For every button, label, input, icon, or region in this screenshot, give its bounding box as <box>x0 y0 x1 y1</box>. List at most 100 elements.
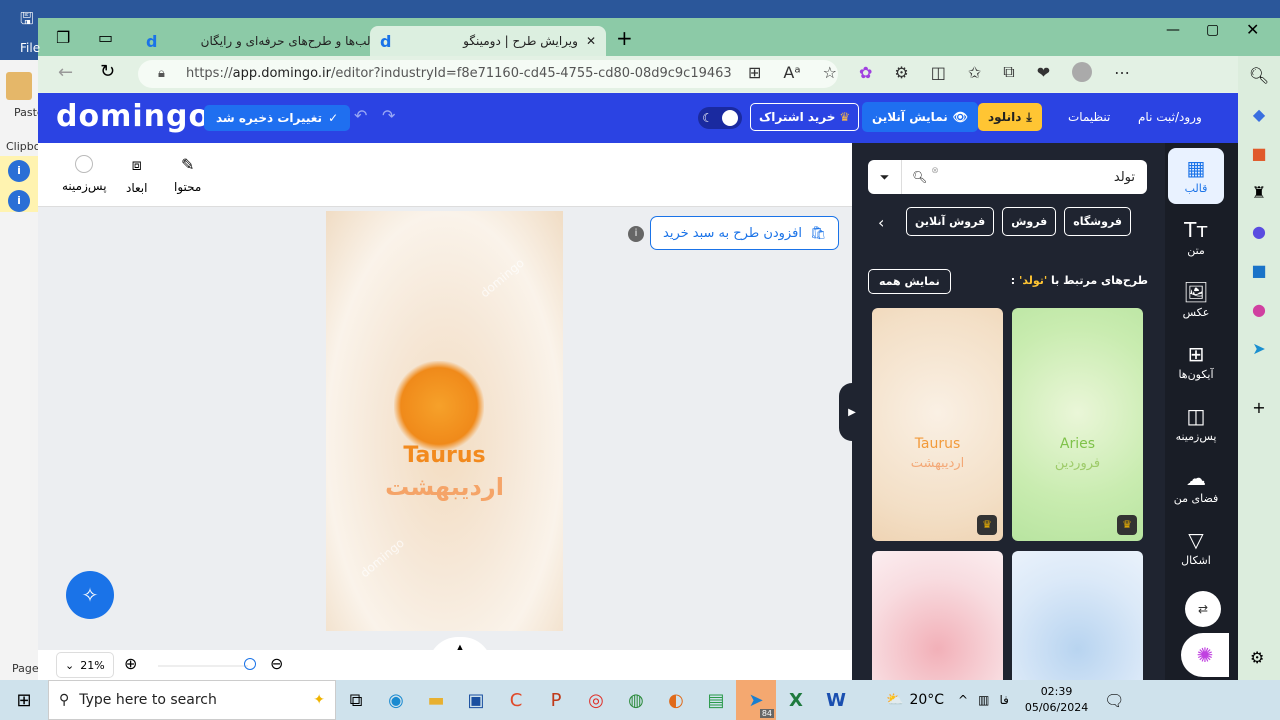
template-card[interactable] <box>1012 551 1143 691</box>
search-input[interactable]: تولد <box>939 170 1147 185</box>
collapse-panel-button[interactable]: ▶ <box>839 383 865 441</box>
download-button[interactable]: دانلود ⤓ <box>978 103 1042 131</box>
template-card[interactable]: Aries فروردین ♛ <box>1012 308 1143 541</box>
save-icon[interactable]: 🖫 <box>20 8 34 35</box>
saved-status-button[interactable]: تغییرات ذخیره شد ✓ <box>204 105 351 131</box>
magic-wand-button[interactable]: ✧ <box>66 571 114 619</box>
tool-shapes[interactable]: ▽ اشکال <box>1168 520 1224 576</box>
add-icon[interactable]: + <box>1252 398 1265 417</box>
games-icon[interactable]: ♜ <box>1252 183 1266 202</box>
chrome-icon[interactable]: ◎ <box>576 680 616 720</box>
search-icon[interactable]: 🔍︎ <box>1249 66 1269 85</box>
language-indicator[interactable]: فا <box>999 693 1008 707</box>
tool-templates[interactable]: ▦ قالب <box>1168 148 1224 204</box>
online-preview-button[interactable]: نمایش آنلاین 👁︎ <box>862 102 978 132</box>
chip[interactable]: فروش <box>1002 207 1057 236</box>
more-icon[interactable]: ⋯ <box>1114 63 1130 82</box>
favorites-icon[interactable]: ✩ <box>968 63 981 82</box>
show-all-button[interactable]: نمایش همه <box>868 269 951 294</box>
back-icon[interactable]: ← <box>58 62 73 83</box>
chip[interactable]: فروش آنلاین <box>906 207 995 236</box>
excel-icon[interactable]: X <box>776 680 816 720</box>
download-manager-icon[interactable]: ◍ <box>616 680 656 720</box>
content-button[interactable]: ✎ محتوا <box>174 155 201 194</box>
background-button[interactable]: پس‌زمینه <box>62 155 107 193</box>
zoom-select[interactable]: ⌄ 21% <box>56 652 114 678</box>
paste-icon[interactable] <box>6 72 32 100</box>
tool-photo[interactable]: 🖼︎ عکس <box>1168 272 1224 328</box>
domingo-logo[interactable]: domingo <box>56 99 210 134</box>
tool-uploads[interactable]: ☁ فضای من <box>1168 458 1224 514</box>
read-aloud-icon[interactable]: Aᵃ <box>783 63 800 82</box>
profile-avatar[interactable] <box>1072 62 1093 82</box>
design-title[interactable]: Taurus <box>326 443 563 468</box>
url-field[interactable]: 🔒︎ https://app.domingo.ir/editor?industr… <box>138 60 838 88</box>
zoom-out-icon[interactable]: ⊖ <box>270 654 283 673</box>
word-icon[interactable]: W <box>816 680 856 720</box>
telegram-icon[interactable]: ➤ <box>1252 339 1265 358</box>
firefox-icon[interactable]: ◐ <box>656 680 696 720</box>
clock[interactable]: 02:39 05/06/2024 <box>1025 684 1088 716</box>
extensions-icon[interactable]: ⚙ <box>894 63 908 82</box>
outlook-icon[interactable]: ■ <box>1251 261 1266 280</box>
login-link[interactable]: ورود/ثبت نام <box>1138 110 1202 124</box>
shopping-icon[interactable]: ◆ <box>1253 105 1265 124</box>
taskbar-search[interactable]: ⚲ Type here to search ✦ <box>48 680 336 720</box>
subscribe-button[interactable]: خرید اشتراک ♛ <box>750 103 860 131</box>
settings-link[interactable]: تنظیمات <box>1068 110 1110 124</box>
zoom-slider[interactable] <box>158 665 248 667</box>
chevron-up-icon[interactable]: ^ <box>958 693 968 707</box>
app-p-icon[interactable]: P <box>536 680 576 720</box>
ai-brain-button[interactable]: ✺ <box>1181 633 1229 677</box>
chevron-left-icon[interactable]: ‹ <box>878 213 884 232</box>
chip[interactable]: فروشگاه <box>1064 207 1131 236</box>
design-subtitle[interactable]: اردیبهشت <box>326 473 563 501</box>
template-card[interactable] <box>872 551 1003 691</box>
dimensions-button[interactable]: ⧈ ابعاد <box>126 155 147 195</box>
tab-editor[interactable]: ✕ ویرایش طرح | دومینگو d <box>370 26 606 56</box>
add-to-cart-button[interactable]: افزودن طرح به سبد خرید 🛍︎ <box>650 216 840 250</box>
close-tab-icon[interactable]: ✕ <box>586 34 596 48</box>
network-icon[interactable]: ▥ <box>978 693 989 707</box>
file-explorer-icon[interactable]: ▬ <box>416 680 456 720</box>
filter-icon[interactable]: ⏷ <box>868 160 902 194</box>
store-icon[interactable]: ▣ <box>456 680 496 720</box>
search-icon[interactable]: 🔍︎ <box>912 170 927 184</box>
task-view-icon[interactable]: ⧉ <box>336 680 376 720</box>
tool-icons[interactable]: ⊞ آیکون‌ها <box>1168 334 1224 390</box>
performance-icon[interactable]: ❤ <box>1037 63 1050 82</box>
split-screen-icon[interactable]: ◫ <box>931 63 946 82</box>
microsoft365-icon[interactable]: ● <box>1252 222 1266 241</box>
redo-icon[interactable]: ↷ <box>382 106 395 125</box>
refresh-icon[interactable]: ↻ <box>100 61 115 82</box>
maximize-icon[interactable]: ▢ <box>1206 22 1219 38</box>
designer-icon[interactable]: ● <box>1252 300 1266 319</box>
file-menu[interactable]: File <box>20 41 40 55</box>
app-green-icon[interactable]: ▤ <box>696 680 736 720</box>
design-canvas[interactable]: domingo domingo Taurus اردیبهشت <box>326 211 563 631</box>
clear-icon[interactable]: ⊗ <box>931 166 939 176</box>
lock-icon[interactable]: 🔒︎ <box>158 60 165 88</box>
favorite-icon[interactable]: ☆ <box>823 63 837 82</box>
info-icon[interactable]: i <box>628 226 644 242</box>
tab-templates[interactable]: ✕ قالب‌ها و طرح‌های حرفه‌ای و رایگان d <box>136 26 408 56</box>
app-c-icon[interactable]: C <box>496 680 536 720</box>
zoom-in-icon[interactable]: ⊕ <box>124 654 137 673</box>
app-available-icon[interactable]: ⊞ <box>748 63 761 82</box>
tool-background[interactable]: ◫ پس‌زمینه <box>1168 396 1224 452</box>
zoom-slider-handle[interactable] <box>244 658 256 670</box>
collections-icon[interactable]: ⧉ <box>1003 62 1014 82</box>
tab-actions-icon[interactable]: ▭ <box>98 28 113 47</box>
tools-icon[interactable]: ■ <box>1251 144 1266 163</box>
new-tab-icon[interactable]: + <box>616 26 633 50</box>
weather-widget[interactable]: ⛅ 20°C <box>886 692 944 708</box>
minimize-icon[interactable]: — <box>1166 22 1180 38</box>
notifications-icon[interactable]: 🗨︎ <box>1104 691 1124 710</box>
translate-button[interactable]: ⇄ <box>1185 591 1221 627</box>
close-window-icon[interactable]: ✕ <box>1246 20 1259 39</box>
template-card[interactable]: Taurus اردیبهشت ♛ <box>872 308 1003 541</box>
undo-icon[interactable]: ↶ <box>354 106 367 125</box>
dark-mode-toggle[interactable]: ☾ <box>698 107 742 129</box>
windows-start-icon[interactable]: ⊞ <box>0 680 48 720</box>
settings-icon[interactable]: ⚙ <box>1250 648 1264 667</box>
